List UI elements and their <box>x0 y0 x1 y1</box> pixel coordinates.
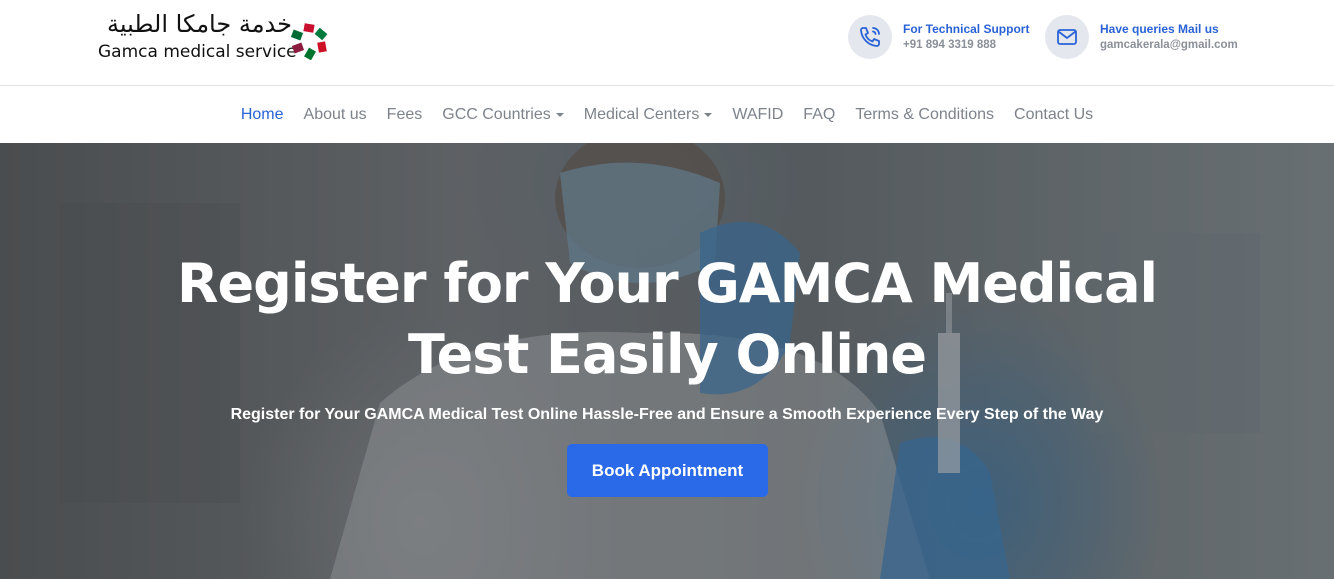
nav-faq[interactable]: FAQ <box>803 106 835 124</box>
nav-medical-centers-label: Medical Centers <box>583 105 700 123</box>
nav-medical-centers-dropdown[interactable]: Medical Centers <box>584 106 713 124</box>
main-nav: Home About us Fees GCC Countries Medical… <box>0 86 1334 143</box>
nav-terms-conditions[interactable]: Terms & Conditions <box>855 106 994 124</box>
site-logo[interactable]: خدمة جامكا الطبية Gamca medical service <box>96 10 336 70</box>
support-label: For Technical Support <box>903 21 1030 36</box>
technical-support-contact[interactable]: For Technical Support +91 894 3319 888 <box>848 15 1029 59</box>
nav-wafid[interactable]: WAFID <box>732 106 783 124</box>
logo-emblem-icon <box>290 23 328 60</box>
mail-address[interactable]: gamcakerala@gmail.com <box>1100 37 1238 54</box>
nav-gcc-countries-label: GCC Countries <box>442 105 551 123</box>
mail-icon-circle <box>1045 15 1089 59</box>
nav-gcc-countries-dropdown[interactable]: GCC Countries <box>442 105 564 124</box>
phone-icon-circle <box>848 15 892 59</box>
logo-arabic-text: خدمة جامكا الطبية <box>106 10 292 38</box>
nav-about-us[interactable]: About us <box>304 106 367 124</box>
phone-icon <box>860 27 880 47</box>
logo-english-text: Gamca medical service <box>98 42 297 62</box>
hero-subtitle: Register for Your GAMCA Medical Test Onl… <box>230 406 1104 423</box>
mail-icon <box>1057 29 1077 45</box>
hero-banner: Register for Your GAMCA Medical Test Eas… <box>0 143 1334 579</box>
book-appointment-button[interactable]: Book Appointment <box>567 444 768 497</box>
nav-fees[interactable]: Fees <box>387 106 423 124</box>
nav-home[interactable]: Home <box>241 106 284 124</box>
support-phone-number[interactable]: +91 894 3319 888 <box>903 37 1029 54</box>
top-header: خدمة جامكا الطبية Gamca medical service … <box>0 0 1334 86</box>
nav-contact-us[interactable]: Contact Us <box>1014 106 1093 124</box>
caret-down-icon <box>555 112 564 117</box>
email-contact[interactable]: Have queries Mail us gamcakerala@gmail.c… <box>1045 15 1238 59</box>
mail-label: Have queries Mail us <box>1100 21 1219 36</box>
caret-down-icon <box>704 112 713 117</box>
hero-title: Register for Your GAMCA Medical Test Eas… <box>176 252 1158 386</box>
